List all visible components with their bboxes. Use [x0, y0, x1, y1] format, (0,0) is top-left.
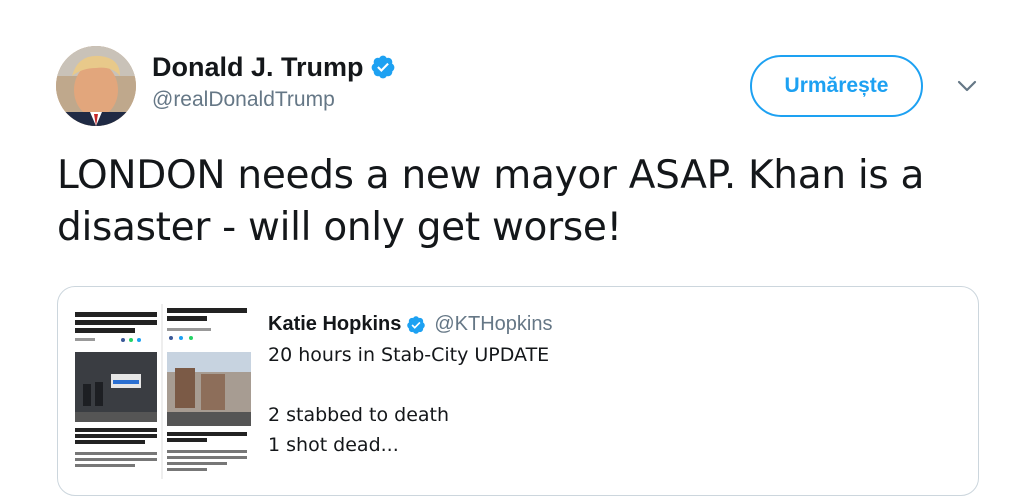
- tweet-text-line: LONDON needs a new mayor ASAP. Khan is a: [57, 153, 925, 198]
- quoted-author-handle[interactable]: @KTHopkins: [434, 313, 552, 336]
- quoted-tweet-image[interactable]: [71, 304, 251, 479]
- quoted-tweet-card[interactable]: Katie Hopkins @KTHopkins 20 hours in Sta…: [57, 286, 979, 496]
- avatar[interactable]: [56, 46, 136, 126]
- chevron-down-icon[interactable]: [955, 76, 979, 96]
- author-display-name[interactable]: Donald J. Trump: [152, 50, 364, 84]
- tweet-author: Donald J. Trump @realDonaldTrump: [152, 50, 396, 113]
- follow-button[interactable]: Urmărește: [750, 55, 923, 117]
- quoted-tweet-line: 2 stabbed to death: [268, 404, 450, 426]
- verified-badge-icon: [407, 315, 426, 334]
- quoted-author-display-name[interactable]: Katie Hopkins: [268, 313, 401, 336]
- verified-badge-icon: [371, 55, 394, 79]
- line-spacer: [268, 370, 552, 400]
- quoted-tweet-line: 20 hours in Stab-City UPDATE: [268, 344, 550, 366]
- profile-photo: [56, 46, 136, 126]
- quoted-tweet-line: 1 shot dead...: [268, 434, 399, 456]
- tweet-text: LONDON needs a new mayor ASAP. Khan is a…: [57, 150, 997, 254]
- news-screenshot-image: [71, 304, 251, 479]
- tweet-text-line: disaster - will only get worse!: [57, 205, 622, 250]
- quoted-tweet-body: Katie Hopkins @KTHopkins 20 hours in Sta…: [268, 313, 552, 460]
- author-handle[interactable]: @realDonaldTrump: [152, 87, 396, 113]
